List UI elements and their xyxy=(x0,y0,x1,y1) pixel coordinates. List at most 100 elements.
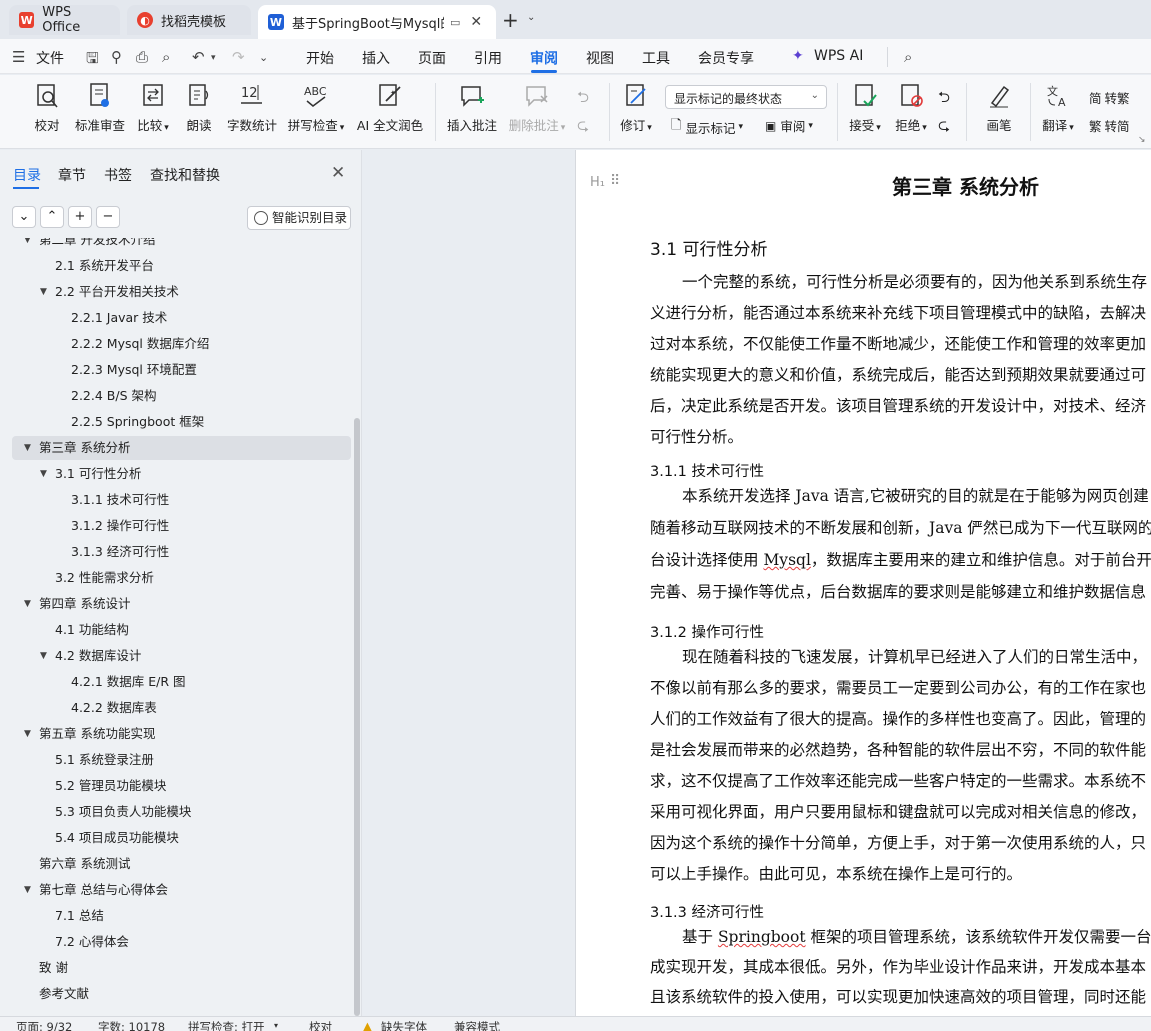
tab-wps-office[interactable]: W WPS Office xyxy=(9,5,120,35)
toc-item[interactable]: 4.2.2 数据库表 xyxy=(12,696,351,720)
chevron-down-icon[interactable]: ▾ xyxy=(274,1021,278,1030)
toc-item[interactable]: 7.2 心得体会 xyxy=(12,930,351,954)
hamburger-menu-icon[interactable]: ☰ xyxy=(12,48,25,66)
menu-start[interactable]: 开始 xyxy=(306,48,334,68)
menu-review[interactable]: 审阅 xyxy=(530,48,558,68)
toc-item[interactable]: 5.3 项目负责人功能模块 xyxy=(12,800,351,824)
reject-button[interactable]: 拒绝 ▾ xyxy=(892,81,930,134)
missing-font-status[interactable]: 缺失字体 xyxy=(381,1019,427,1031)
toc-item[interactable]: 2.2.3 Mysql 环境配置 xyxy=(12,358,351,382)
toc-scrollbar-thumb[interactable] xyxy=(354,418,360,1016)
panel-tab-toc[interactable]: 目录 xyxy=(13,165,41,185)
toc-item[interactable]: ▼ 4.2 数据库设计 xyxy=(12,644,351,668)
toc-item[interactable]: 3.1.2 操作可行性 xyxy=(12,514,351,538)
compare-button[interactable]: 比较 ▾ xyxy=(134,81,172,134)
panel-tab-chapters[interactable]: 章节 xyxy=(58,165,86,185)
proofread-button[interactable]: 校对 xyxy=(30,81,64,134)
page-indicator[interactable]: 页面: 9/32 xyxy=(16,1019,72,1031)
spell-check-status[interactable]: 拼写检查: 打开 xyxy=(188,1019,265,1031)
toc-item[interactable]: 参考文献 xyxy=(12,982,351,1006)
panel-tab-find-replace[interactable]: 查找和替换 xyxy=(150,165,220,185)
display-mode-select[interactable]: 显示标记的最终状态 ⌄ xyxy=(665,85,827,109)
accept-button[interactable]: 接受 ▾ xyxy=(846,81,884,134)
link-icon[interactable]: ⚲ xyxy=(111,48,122,66)
expand-arrow-icon[interactable]: ▼ xyxy=(40,462,47,486)
save-icon[interactable]: 🖫 xyxy=(86,48,99,73)
translate-button[interactable]: 文A 翻译 ▾ xyxy=(1040,81,1076,134)
toc-item[interactable]: 2.1 系统开发平台 xyxy=(12,254,351,278)
menu-page[interactable]: 页面 xyxy=(418,48,446,68)
panel-tab-bookmarks[interactable]: 书签 xyxy=(104,165,132,185)
expand-all-button[interactable]: ⌄ xyxy=(12,206,36,228)
menu-wps-ai[interactable]: WPS AI xyxy=(814,48,863,64)
drag-handle-icon[interactable]: ⠿ xyxy=(610,173,620,189)
tab-document[interactable]: W 基于SpringBoot与Mysql的项 ▭ ✕ xyxy=(258,5,496,39)
toc-item[interactable]: 5.1 系统登录注册 xyxy=(12,748,351,772)
toc-item[interactable]: ▼ 第七章 总结与心得体会 xyxy=(12,878,351,902)
toc-item[interactable]: ▼ 第四章 系统设计 xyxy=(12,592,351,616)
to-simplified-button[interactable]: 繁 转简 xyxy=(1089,116,1130,135)
tab-docer-templates[interactable]: ◐ 找稻壳模板 xyxy=(127,5,251,35)
spell-check-button[interactable]: ABC 拼写检查 ▾ xyxy=(286,81,346,134)
ai-polish-button[interactable]: ✦ AI 全文润色 xyxy=(356,81,424,134)
expand-arrow-icon[interactable]: ▼ xyxy=(24,592,31,616)
search-icon[interactable]: ⌕ xyxy=(904,48,912,66)
toc-item[interactable]: 4.1 功能结构 xyxy=(12,618,351,642)
chevron-down-icon[interactable]: ⌄ xyxy=(527,12,535,23)
toc-item[interactable]: 5.4 项目成员功能模块 xyxy=(12,826,351,850)
expand-arrow-icon[interactable]: ▼ xyxy=(24,878,31,902)
toc-item[interactable]: 2.2.4 B/S 架构 xyxy=(12,384,351,408)
screen-icon[interactable]: ▭ xyxy=(450,16,460,29)
undo-dropdown-icon[interactable]: ▾ xyxy=(211,53,216,63)
toc-item[interactable]: ▼ 第三章 系统分析 xyxy=(12,436,351,460)
remove-heading-button[interactable]: − xyxy=(96,206,120,228)
toc-item[interactable]: ▼ 第二章 开发技术介绍 xyxy=(12,238,351,252)
toc-item[interactable]: ▼ 3.1 可行性分析 xyxy=(12,462,351,486)
standard-review-button[interactable]: 标准审查 xyxy=(74,81,126,134)
toc-item[interactable]: 7.1 总结 xyxy=(12,904,351,928)
review-pane-button[interactable]: ▣ 审阅 ▾ xyxy=(765,116,813,135)
toc-item[interactable]: 2.2.1 Javar 技术 xyxy=(12,306,351,330)
toc-item[interactable]: ▼ 2.2 平台开发相关技术 xyxy=(12,280,351,304)
toc-item[interactable]: 3.1.3 经济可行性 xyxy=(12,540,351,564)
more-chevron-icon[interactable]: ⌄ xyxy=(259,51,268,64)
expand-arrow-icon[interactable]: ▼ xyxy=(24,436,31,460)
next-change-icon[interactable]: ⮎ xyxy=(938,115,950,140)
menu-insert[interactable]: 插入 xyxy=(362,48,390,68)
proof-status[interactable]: 校对 xyxy=(309,1019,332,1031)
ribbon-expand-icon[interactable]: ↘ xyxy=(1138,135,1146,145)
toc-item[interactable]: 第六章 系统测试 xyxy=(12,852,351,876)
toc-item[interactable]: 5.2 管理员功能模块 xyxy=(12,774,351,798)
toc-item[interactable]: 3.1.1 技术可行性 xyxy=(12,488,351,512)
expand-arrow-icon[interactable]: ▼ xyxy=(24,238,31,252)
show-markup-button[interactable]: 🗋 显示标记 ▾ xyxy=(671,116,743,138)
to-traditional-button[interactable]: 简 转繁 xyxy=(1089,88,1130,107)
menu-file[interactable]: 文件 xyxy=(36,48,64,68)
smart-toc-button[interactable]: 智能识别目录 xyxy=(247,206,351,230)
expand-arrow-icon[interactable]: ▼ xyxy=(40,280,47,304)
new-tab-icon[interactable]: + xyxy=(502,8,519,32)
toc-item[interactable]: 致 谢 xyxy=(12,956,351,980)
toc-item[interactable]: 2.2.2 Mysql 数据库介绍 xyxy=(12,332,351,356)
print-preview-icon[interactable]: ⌕ xyxy=(162,48,170,66)
undo-icon[interactable]: ↶ xyxy=(192,48,205,66)
menu-reference[interactable]: 引用 xyxy=(474,48,502,68)
heading-level-icon[interactable]: H₁ xyxy=(590,175,605,190)
document-page[interactable]: H₁ ⠿ 第三章 系统分析 3.1 可行性分析 3.1.1 技术可行性 3.1.… xyxy=(575,150,1151,1016)
toc-item[interactable]: 2.2.5 Springboot 框架 xyxy=(12,410,351,434)
menu-member[interactable]: 会员专享 xyxy=(698,48,754,68)
menu-view[interactable]: 视图 xyxy=(586,48,614,68)
print-icon[interactable]: ⎙ xyxy=(136,48,148,66)
previous-change-icon[interactable]: ⮌ xyxy=(938,87,950,112)
toc-item[interactable]: 4.2.1 数据库 E/R 图 xyxy=(12,670,351,694)
pen-button[interactable]: 画笔 xyxy=(982,81,1016,134)
toc-item[interactable]: ▼ 第五章 系统功能实现 xyxy=(12,722,351,746)
close-tab-icon[interactable]: ✕ xyxy=(470,14,482,30)
expand-arrow-icon[interactable]: ▼ xyxy=(24,722,31,746)
insert-comment-button[interactable]: 插入批注 xyxy=(446,81,498,134)
word-count-button[interactable]: 12 字数统计 xyxy=(226,81,278,134)
read-aloud-button[interactable]: 朗读 xyxy=(184,81,214,134)
word-count-indicator[interactable]: 字数: 10178 xyxy=(98,1019,165,1031)
toc-item[interactable]: 3.2 性能需求分析 xyxy=(12,566,351,590)
menu-tools[interactable]: 工具 xyxy=(642,48,670,68)
